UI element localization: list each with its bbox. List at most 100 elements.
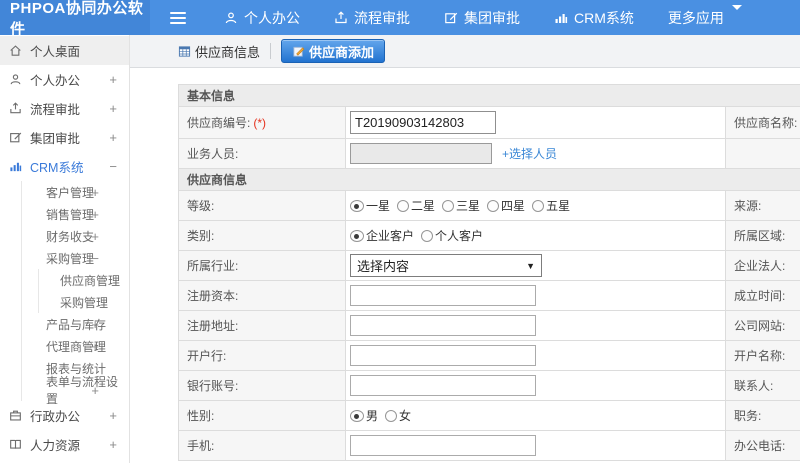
radio-option-个人客户[interactable]: 个人客户 xyxy=(421,227,483,244)
expand-marker[interactable]: + xyxy=(109,72,117,87)
sidebar-item-行政办公[interactable]: 行政办公 + xyxy=(0,401,129,430)
sidebar-item-供应商管理[interactable]: 供应商管理 xyxy=(39,269,129,291)
form-row: 类别: 企业客户 个人客户 所属区域: xyxy=(178,220,800,251)
sidebar-item-代理商管理[interactable]: 代理商管理 + xyxy=(22,335,129,357)
radio-icon[interactable] xyxy=(350,409,364,422)
right-field-label: 办公电话: xyxy=(724,430,800,461)
expand-marker[interactable]: + xyxy=(91,229,99,244)
sidebar-item-label: 财务收支 xyxy=(46,229,95,244)
radio-icon[interactable] xyxy=(350,199,364,212)
sidebar-item-产品与库存[interactable]: 产品与库存 + xyxy=(22,313,129,335)
sidebar-item-label: 行政办公 xyxy=(30,410,81,424)
radio-option-企业客户[interactable]: 企业客户 xyxy=(350,227,414,244)
sidebar-item-财务收支[interactable]: 财务收支 + xyxy=(22,225,129,247)
right-field-label: 开户名称: xyxy=(724,340,800,371)
pencil-icon xyxy=(292,45,305,58)
sidebar-item-人力资源[interactable]: 人力资源 + xyxy=(0,430,129,459)
expand-marker[interactable]: − xyxy=(109,159,117,174)
radio-icon[interactable] xyxy=(487,199,500,212)
expand-marker[interactable]: − xyxy=(91,251,99,266)
topnav-item-CRM系统[interactable]: CRM系统 xyxy=(554,8,634,28)
form-row: 等级: 一星 二星 三星 四星 五星 来源: xyxy=(178,190,800,221)
radio-option-四星[interactable]: 四星 xyxy=(487,197,525,214)
tab-供应商添加[interactable]: 供应商添加 xyxy=(281,39,386,63)
topnav-item-个人办公[interactable]: 个人办公 xyxy=(224,8,300,28)
field-label: 性别: xyxy=(178,400,346,431)
select-person-link[interactable]: +选择人员 xyxy=(502,147,557,161)
radio-option-三星[interactable]: 三星 xyxy=(442,197,480,214)
radio-group: 企业客户 个人客户 xyxy=(350,227,725,244)
tab-separator xyxy=(270,43,272,59)
radio-label: 男 xyxy=(366,409,379,423)
radio-icon[interactable] xyxy=(385,409,398,422)
form-row: 手机: 办公电话: xyxy=(178,430,800,461)
text-input[interactable] xyxy=(350,315,536,336)
text-input[interactable] xyxy=(350,285,536,306)
menu-toggle-icon[interactable] xyxy=(158,0,198,35)
industry-select[interactable]: 选择内容 ▼ xyxy=(350,254,542,277)
expand-marker[interactable]: + xyxy=(109,101,117,116)
topnav-item-集团审批[interactable]: 集团审批 xyxy=(444,8,520,28)
radio-label: 三星 xyxy=(456,199,481,213)
radio-icon[interactable] xyxy=(442,199,455,212)
text-input[interactable] xyxy=(350,375,536,396)
radio-icon[interactable] xyxy=(421,229,434,242)
sidebar-item-label: 个人办公 xyxy=(30,74,81,88)
book-icon xyxy=(9,438,22,451)
expand-marker[interactable]: + xyxy=(91,207,99,222)
sidebar-item-流程审批[interactable]: 流程审批 + xyxy=(0,94,129,123)
tab-供应商信息[interactable]: 供应商信息 xyxy=(178,42,260,61)
topnav-item-流程审批[interactable]: 流程审批 xyxy=(334,8,410,28)
field-label: 注册地址: xyxy=(178,310,346,341)
expand-marker[interactable]: + xyxy=(91,339,99,354)
radio-icon[interactable] xyxy=(397,199,410,212)
sidebar-item-个人办公[interactable]: 个人办公 + xyxy=(0,65,129,94)
sidebar-item-个人桌面[interactable]: 个人桌面 xyxy=(0,36,129,65)
field-cell: +选择人员 xyxy=(345,138,726,169)
form-row: 注册地址: 公司网站: xyxy=(178,310,800,341)
sidebar-item-label: 客户管理 xyxy=(46,185,95,200)
radio-icon[interactable] xyxy=(532,199,545,212)
radio-option-五星[interactable]: 五星 xyxy=(532,197,570,214)
right-field-label: 联系人: xyxy=(724,370,800,401)
sidebar-item-label: 采购管理 xyxy=(46,251,95,266)
radio-option-一星[interactable]: 一星 xyxy=(350,197,390,214)
chart-icon xyxy=(9,160,22,173)
radio-icon[interactable] xyxy=(350,229,364,242)
readonly-input[interactable] xyxy=(350,143,492,164)
expand-marker[interactable]: + xyxy=(91,317,99,332)
sidebar-item-客户管理[interactable]: 客户管理 + xyxy=(22,181,129,203)
sidebar-item-CRM系统[interactable]: CRM系统 − xyxy=(0,152,129,181)
radio-label: 一星 xyxy=(366,199,391,213)
expand-marker[interactable]: + xyxy=(109,408,117,423)
field-cell xyxy=(345,340,726,371)
expand-marker[interactable]: + xyxy=(109,437,117,452)
user-icon xyxy=(9,73,22,86)
expand-marker[interactable]: + xyxy=(91,185,99,200)
sidebar-item-label: 供应商管理 xyxy=(60,273,121,288)
sidebar-item-采购管理[interactable]: 采购管理 xyxy=(39,291,129,313)
field-cell: 选择内容 ▼ xyxy=(345,250,726,281)
radio-option-二星[interactable]: 二星 xyxy=(397,197,435,214)
sidebar-item-集团审批[interactable]: 集团审批 + xyxy=(0,123,129,152)
field-label: 手机: xyxy=(178,430,346,461)
sidebar-item-销售管理[interactable]: 销售管理 + xyxy=(22,203,129,225)
sidebar-item-表单与流程设置[interactable]: 表单与流程设置 + xyxy=(22,375,129,406)
expand-marker[interactable]: + xyxy=(109,130,117,145)
field-cell xyxy=(345,106,726,139)
topnav-item-更多应用[interactable]: 更多应用 xyxy=(668,4,742,28)
sidebar-item-采购管理[interactable]: 采购管理 − xyxy=(22,247,129,269)
right-field-label: 企业法人: xyxy=(724,250,800,281)
text-input[interactable] xyxy=(350,345,536,366)
text-input[interactable] xyxy=(350,435,536,456)
radio-label: 个人客户 xyxy=(435,229,484,243)
text-input[interactable] xyxy=(350,111,496,134)
field-cell xyxy=(345,310,726,341)
expand-marker[interactable]: + xyxy=(91,383,99,398)
radio-option-男[interactable]: 男 xyxy=(350,407,378,424)
radio-option-女[interactable]: 女 xyxy=(385,407,411,424)
form-row: 注册资本: 成立时间: xyxy=(178,280,800,311)
field-cell: 男女 xyxy=(345,400,726,431)
field-label: 等级: xyxy=(178,190,346,221)
briefcase-icon xyxy=(9,409,22,422)
